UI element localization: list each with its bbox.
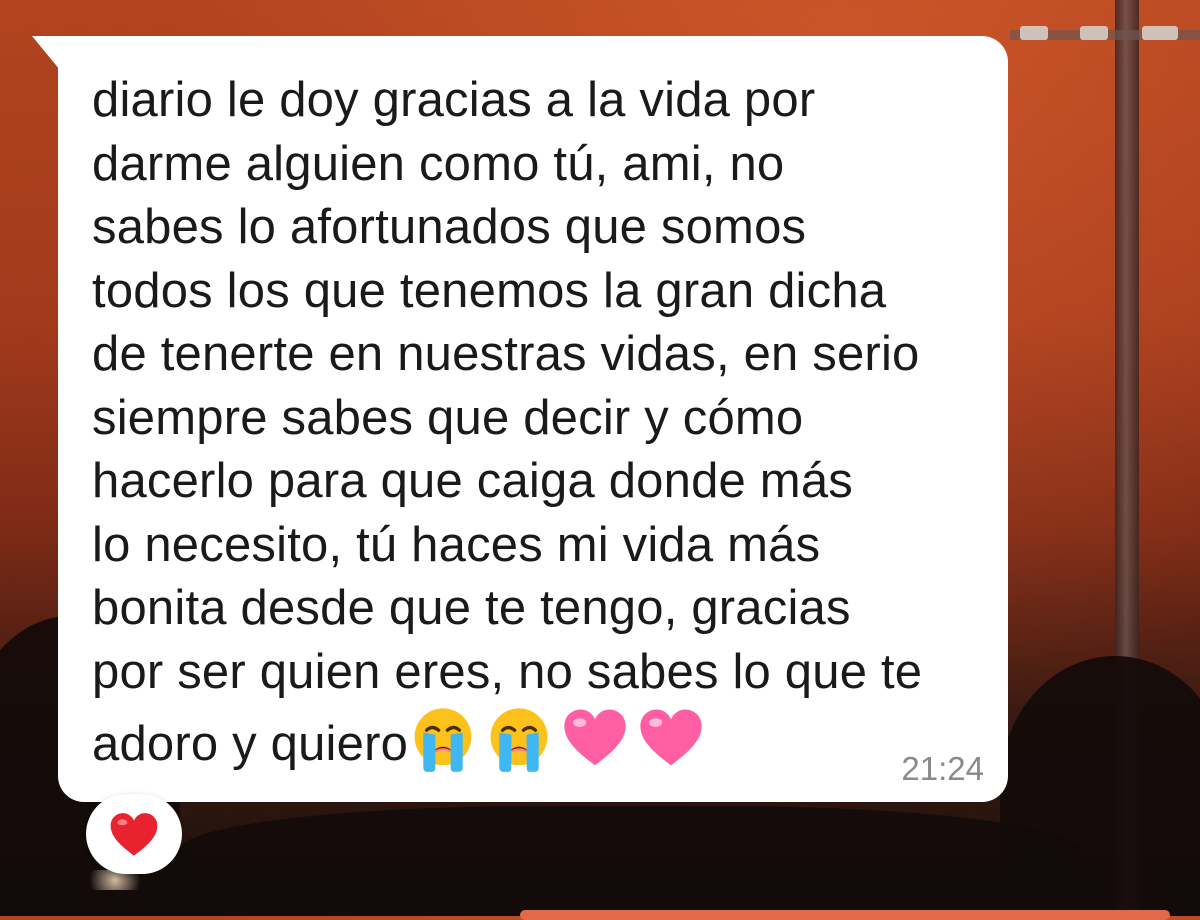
loudly-crying-face-icon [490, 708, 548, 772]
wallpaper-lamp [1080, 26, 1108, 40]
message-timestamp: 21:24 [901, 750, 984, 787]
pink-heart-icon [564, 709, 626, 766]
wallpaper-treeline [180, 806, 1080, 916]
loudly-crying-face-icon [414, 708, 472, 772]
reaction-chip[interactable] [86, 794, 182, 874]
message-body: diario le doy gracias a la vida por darm… [92, 73, 923, 771]
message-text: diario le doy gracias a la vida por darm… [92, 69, 982, 777]
message-bubble[interactable]: diario le doy gracias a la vida por darm… [58, 36, 1008, 802]
wallpaper-lamp [1142, 26, 1178, 40]
bubble-tail [32, 36, 60, 70]
pink-heart-icon [640, 709, 702, 766]
next-message-bubble-edge [520, 910, 1170, 920]
wallpaper-lamp [1020, 26, 1048, 40]
red-heart-icon [110, 813, 158, 856]
message-emojis [408, 708, 712, 772]
